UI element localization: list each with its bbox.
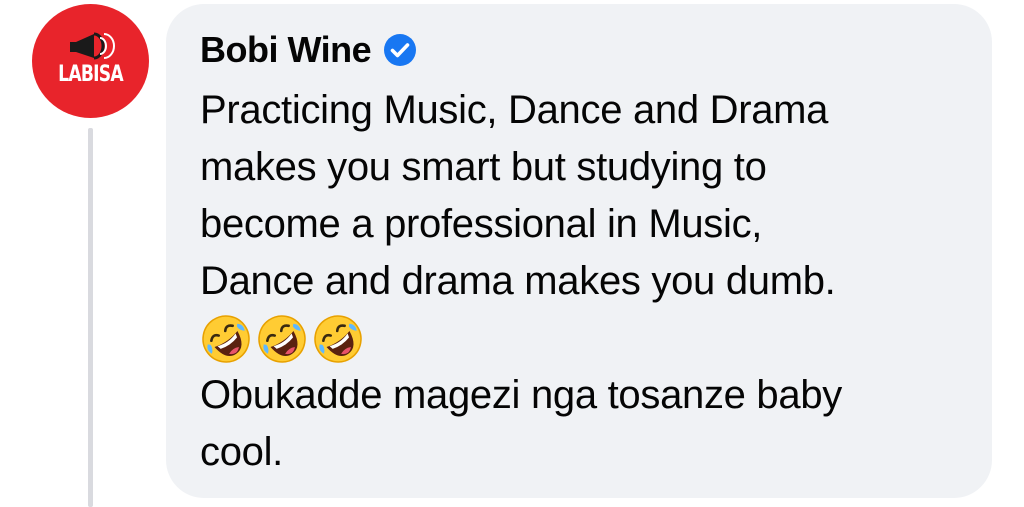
author-name[interactable]: Bobi Wine <box>200 29 372 71</box>
comment-line: Practicing Music, Dance and Drama <box>200 88 829 132</box>
comment-line: cool. <box>200 430 283 474</box>
comment-header: Bobi Wine <box>200 28 417 72</box>
verified-badge-icon <box>384 34 417 66</box>
comment-line: Dance and drama makes you dumb. <box>200 259 836 303</box>
comment-thread: LABISA Bobi Wine Practicing Music, Dance… <box>0 0 1024 507</box>
rolling-on-floor-laughing-emoji <box>202 314 250 363</box>
rolling-on-floor-laughing-emoji <box>314 314 362 363</box>
rolling-on-floor-laughing-emoji <box>258 314 306 363</box>
comment-body: Practicing Music, Dance and Drama makes … <box>200 82 960 481</box>
thread-line <box>88 128 93 507</box>
avatar-logo-text: LABISA <box>58 62 123 87</box>
emoji-row <box>200 310 960 367</box>
comment-line: makes you smart but studying to <box>200 145 767 189</box>
avatar[interactable]: LABISA <box>32 4 149 118</box>
megaphone-icon <box>70 32 115 60</box>
comment-line: become a professional in Music, <box>200 202 763 246</box>
comment-line: Obukadde magezi nga tosanze baby <box>200 373 842 417</box>
